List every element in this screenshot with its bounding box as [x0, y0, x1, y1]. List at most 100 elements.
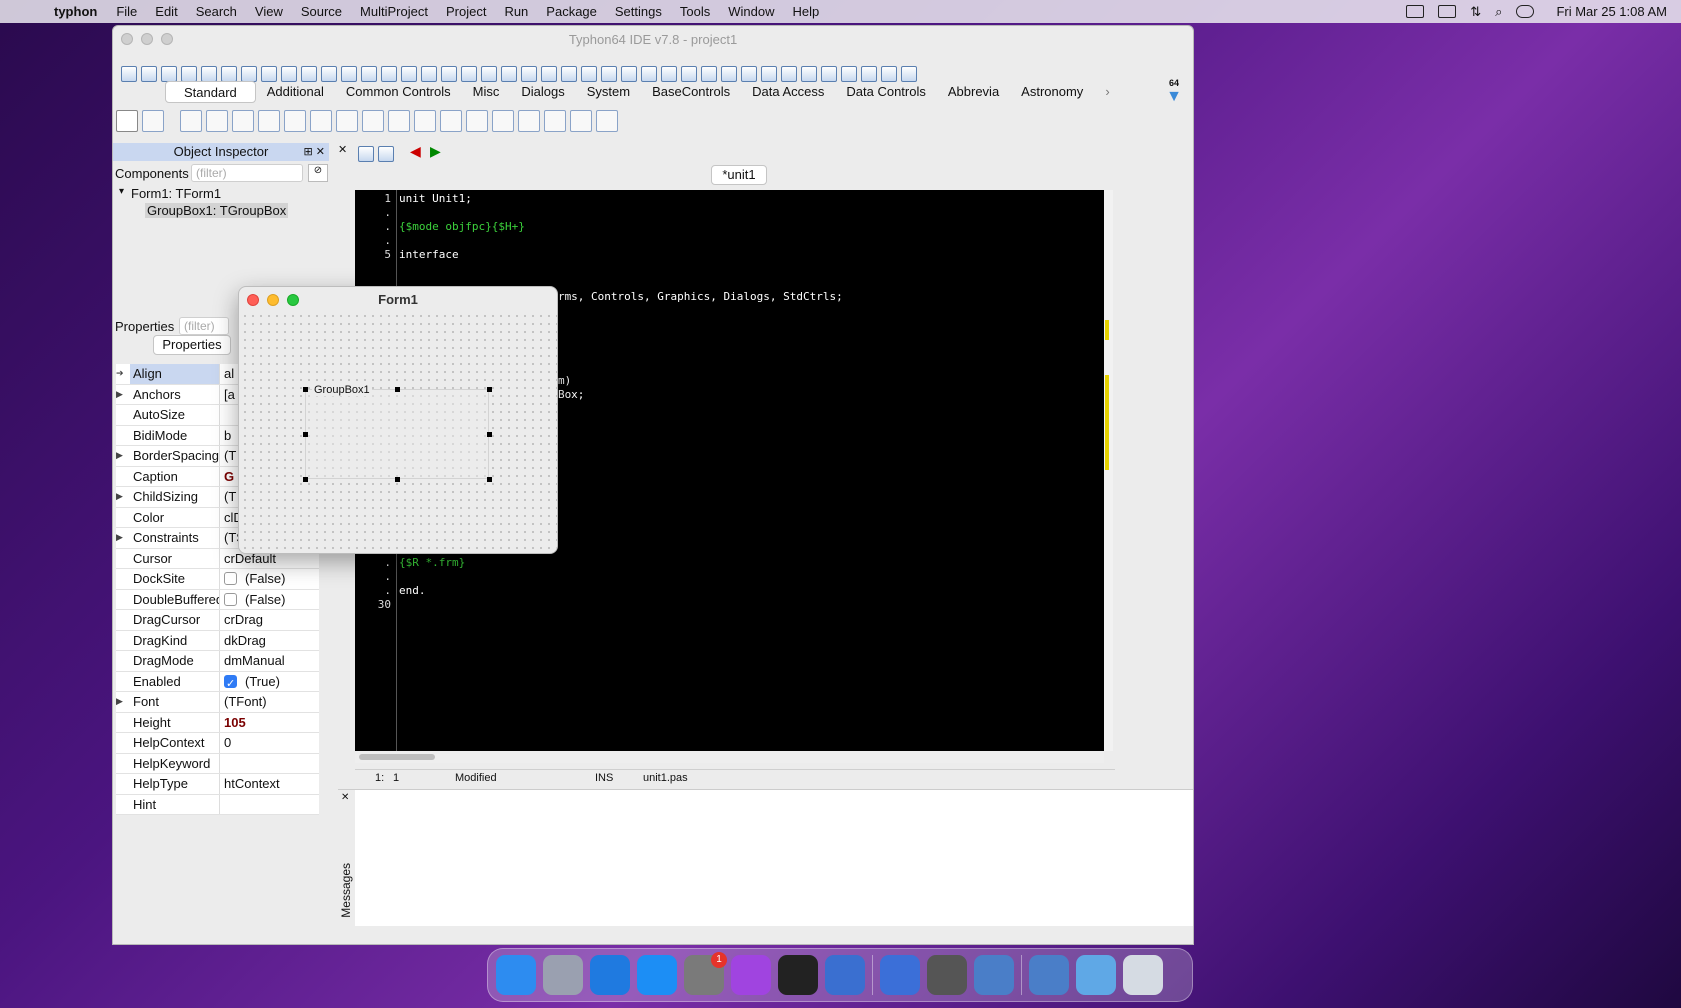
close-button[interactable] [121, 33, 133, 45]
property-value[interactable]: (TFont) [220, 692, 319, 712]
resize-handle[interactable] [487, 477, 492, 482]
property-row-helpkeyword[interactable]: HelpKeyword [116, 753, 319, 774]
scroll-thumb[interactable] [359, 754, 435, 760]
form1-window[interactable]: Form1 GroupBox1 [238, 286, 558, 554]
typhon-ide-icon[interactable] [1029, 955, 1069, 995]
tree-expand-icon[interactable]: ▾ [119, 186, 124, 197]
code-line[interactable]: unit Unit1; [399, 192, 472, 205]
zoom-button[interactable] [161, 33, 173, 45]
property-row-helpcontext[interactable]: HelpContext 0 [116, 733, 319, 754]
menu-source[interactable]: Source [301, 4, 342, 19]
palette-tpanel-icon[interactable] [544, 110, 566, 132]
x11-icon[interactable] [927, 955, 967, 995]
terminal-icon[interactable] [778, 955, 818, 995]
property-value[interactable] [220, 795, 319, 815]
palette-tlabel-icon[interactable] [232, 110, 254, 132]
menu-view[interactable]: View [255, 4, 283, 19]
code-line[interactable]: end. [399, 584, 426, 597]
tab-standard[interactable]: Standard [165, 81, 256, 103]
clock[interactable]: Fri Mar 25 1:08 AM [1556, 4, 1667, 19]
palette-tcheckbox-icon[interactable] [336, 110, 358, 132]
menu-help[interactable]: Help [792, 4, 819, 19]
tab-data-access[interactable]: Data Access [741, 81, 835, 103]
resize-handle[interactable] [303, 432, 308, 437]
menu-app-name[interactable]: typhon [54, 4, 97, 19]
property-row-helptype[interactable]: HelpType htContext [116, 774, 319, 795]
toggle-form-icon[interactable] [358, 146, 374, 162]
palette-tradiogroup-icon[interactable] [492, 110, 514, 132]
properties-filter-input[interactable]: (filter) [179, 317, 229, 335]
property-value[interactable]: dmManual [220, 651, 319, 671]
property-row-enabled[interactable]: Enabled (True) [116, 671, 319, 692]
palette-tedit-icon[interactable] [258, 110, 280, 132]
code-line[interactable]: interface [399, 248, 459, 261]
pointer-tool-icon[interactable] [116, 110, 138, 132]
property-value[interactable]: (False) [220, 569, 319, 589]
tab-astronomy[interactable]: Astronomy [1010, 81, 1094, 103]
menu-run[interactable]: Run [504, 4, 528, 19]
form1-minimize-button[interactable] [267, 294, 279, 306]
menu-settings[interactable]: Settings [615, 4, 662, 19]
palette-tactionlist-icon[interactable] [596, 110, 618, 132]
palette-ttogglebox-icon[interactable] [310, 110, 332, 132]
expand-arrow-icon[interactable]: ▶ [116, 528, 130, 548]
property-row-dragcursor[interactable]: DragCursor crDrag [116, 610, 319, 631]
tab-abbrevia[interactable]: Abbrevia [937, 81, 1010, 103]
launchpad-icon[interactable] [543, 955, 583, 995]
palette-tframe-icon[interactable] [570, 110, 592, 132]
tree-item-groupbox1[interactable]: GroupBox1: TGroupBox [145, 203, 289, 218]
window-icon[interactable] [1438, 5, 1457, 18]
property-value[interactable] [220, 754, 319, 774]
palette-tcombobox-icon[interactable] [414, 110, 436, 132]
form1-design-canvas[interactable]: GroupBox1 [241, 312, 557, 553]
property-value[interactable]: crDrag [220, 610, 319, 630]
chevron-right-icon[interactable]: › [1094, 81, 1120, 103]
palette-tmemo-icon[interactable] [284, 110, 306, 132]
view-units-icon[interactable] [378, 146, 394, 162]
editor-tab-unit1[interactable]: *unit1 [711, 165, 767, 185]
menu-project[interactable]: Project [446, 4, 486, 19]
resize-handle[interactable] [487, 432, 492, 437]
tab-system[interactable]: System [576, 81, 641, 103]
finder-icon[interactable] [496, 955, 536, 995]
components-filter-input[interactable]: (filter) [191, 164, 303, 182]
control-center-icon[interactable] [1516, 5, 1535, 18]
property-value[interactable]: htContext [220, 774, 319, 794]
clear-filter-icon[interactable]: ⊘ [308, 164, 328, 182]
downloads-folder-icon[interactable] [1076, 955, 1116, 995]
tab-properties[interactable]: Properties [153, 335, 231, 355]
menu-package[interactable]: Package [546, 4, 597, 19]
tab-misc[interactable]: Misc [462, 81, 511, 103]
form1-zoom-button[interactable] [287, 294, 299, 306]
xcode-icon[interactable] [880, 955, 920, 995]
inspector-close-icon[interactable]: ⊞ ✕ [304, 143, 326, 161]
tab-dialogs[interactable]: Dialogs [510, 81, 575, 103]
tab-additional[interactable]: Additional [256, 81, 335, 103]
menu-multiproject[interactable]: MultiProject [360, 4, 428, 19]
palette-tcheckgroup-icon[interactable] [518, 110, 540, 132]
expand-arrow-icon[interactable]: ▶ [116, 446, 130, 466]
property-value[interactable]: 105 [220, 713, 319, 733]
horizontal-scrollbar[interactable] [355, 751, 1104, 763]
minimize-button[interactable] [141, 33, 153, 45]
property-checkbox[interactable] [224, 592, 237, 606]
messages-close-icon[interactable]: ✕ [341, 792, 349, 803]
tab-basecontrols[interactable]: BaseControls [641, 81, 741, 103]
resize-handle[interactable] [395, 477, 400, 482]
palette-tlistbox-icon[interactable] [388, 110, 410, 132]
menu-window[interactable]: Window [728, 4, 774, 19]
property-row-hint[interactable]: Hint [116, 794, 319, 815]
property-row-height[interactable]: Height 105 [116, 712, 319, 733]
property-row-dragmode[interactable]: DragMode dmManual [116, 651, 319, 672]
code-line[interactable]: {$R *.frm} [399, 556, 465, 569]
tab-data-controls[interactable]: Data Controls [835, 81, 936, 103]
resize-handle[interactable] [487, 387, 492, 392]
feedback-icon[interactable] [731, 955, 771, 995]
palette-tmainmenu-icon[interactable] [142, 110, 164, 132]
palette-tradiobutton-icon[interactable] [362, 110, 384, 132]
typhon2-icon[interactable] [974, 955, 1014, 995]
property-row-docksite[interactable]: DockSite (False) [116, 569, 319, 590]
menu-file[interactable]: File [116, 4, 137, 19]
property-checkbox[interactable] [224, 674, 237, 691]
tab-common-controls[interactable]: Common Controls [335, 81, 462, 103]
